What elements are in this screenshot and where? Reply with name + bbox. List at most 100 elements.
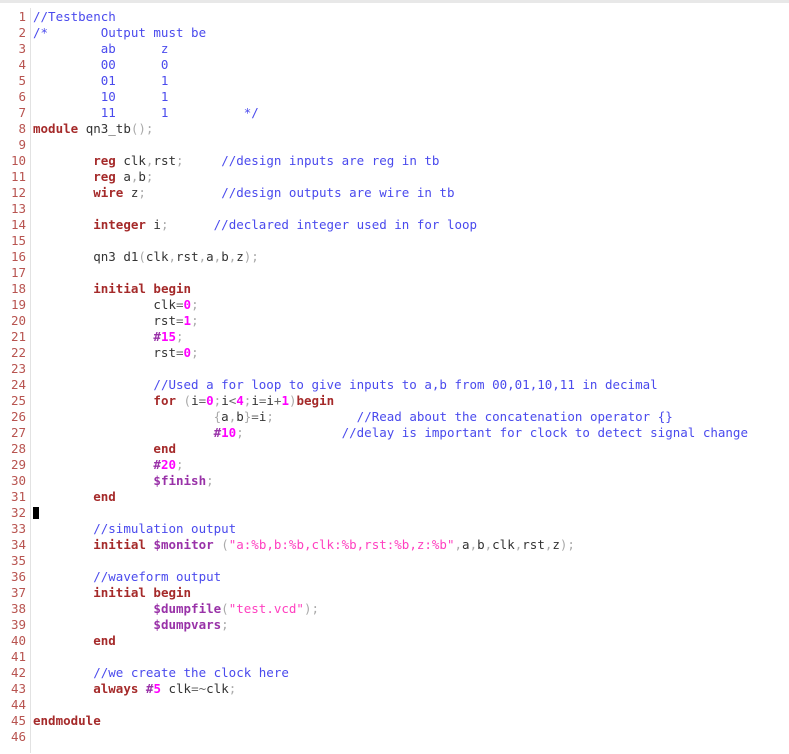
code-text[interactable]: clk=0; (33, 297, 198, 313)
code-text[interactable]: 01 1 (33, 73, 169, 89)
code-line[interactable]: 4 00 0 (0, 57, 789, 73)
code-text[interactable]: initial begin (33, 585, 191, 601)
code-text[interactable]: /* Output must be (33, 25, 206, 41)
code-line[interactable]: 37 initial begin (0, 585, 789, 601)
code-text[interactable]: //waveform output (33, 569, 221, 585)
code-line[interactable]: 43 always #5 clk=~clk; (0, 681, 789, 697)
code-editor[interactable]: 1//Testbench 2 /* Output must be 3 ab z4 00… (0, 0, 789, 754)
code-line[interactable]: 31 end (0, 489, 789, 505)
code-line[interactable]: 30 $finish; (0, 473, 789, 489)
code-line[interactable]: 40 end (0, 633, 789, 649)
code-line[interactable]: 35 (0, 553, 789, 569)
line-number: 2 (18, 25, 26, 40)
code-line[interactable]: 3 ab z (0, 41, 789, 57)
code-token: ; (176, 457, 184, 472)
code-text[interactable]: $dumpvars; (33, 617, 228, 633)
code-text[interactable]: 11 1 */ (33, 105, 259, 121)
code-text[interactable]: #20; (33, 457, 184, 473)
code-line[interactable]: 28 end (0, 441, 789, 457)
code-text[interactable] (33, 505, 39, 521)
code-text[interactable]: //simulation output (33, 521, 236, 537)
code-token: b (236, 409, 244, 424)
code-line[interactable]: 8 module qn3_tb(); (0, 121, 789, 137)
code-listing[interactable]: 1//Testbench 2 /* Output must be 3 ab z4 00… (0, 9, 789, 745)
code-text[interactable]: end (33, 441, 176, 457)
code-token: end (93, 633, 116, 648)
code-text[interactable]: endmodule (33, 713, 101, 729)
code-line[interactable]: 6 10 1 (0, 89, 789, 105)
code-line[interactable]: 5 01 1 (0, 73, 789, 89)
code-line[interactable]: 44 (0, 697, 789, 713)
code-line[interactable]: 7 11 1 */ (0, 105, 789, 121)
code-text[interactable]: for (i=0;i<4;i=i+1)begin (33, 393, 334, 409)
line-number: 5 (18, 73, 26, 88)
code-text[interactable]: 00 0 (33, 57, 169, 73)
code-text[interactable]: end (33, 489, 116, 505)
code-line[interactable]: 1 //Testbench (0, 9, 789, 25)
code-text[interactable]: ab z (33, 41, 169, 57)
code-text[interactable]: rst=1; (33, 313, 198, 329)
line-number: 44 (10, 697, 26, 712)
code-line[interactable]: 15 (0, 233, 789, 249)
code-line[interactable]: 13 (0, 201, 789, 217)
code-text[interactable]: $dumpfile("test.vcd"); (33, 601, 319, 617)
code-line[interactable]: 36 //waveform output (0, 569, 789, 585)
code-line[interactable]: 2 /* Output must be (0, 25, 789, 41)
code-text[interactable]: 10 1 (33, 89, 169, 105)
code-text[interactable]: wire z; //design outputs are wire in tb (33, 185, 454, 201)
code-text[interactable]: reg clk,rst; //design inputs are reg in … (33, 153, 439, 169)
code-line[interactable]: 10 reg clk,rst; //design inputs are reg … (0, 153, 789, 169)
code-text[interactable]: qn3 d1(clk,rst,a,b,z); (33, 249, 259, 265)
code-text[interactable]: module qn3_tb(); (33, 121, 153, 137)
code-text[interactable]: //Testbench (33, 9, 116, 25)
code-text[interactable]: //Used a for loop to give inputs to a,b … (33, 377, 657, 393)
code-text[interactable]: reg a,b; (33, 169, 153, 185)
code-text[interactable]: initial $monitor ("a:%b,b:%b,clk:%b,rst:… (33, 537, 575, 553)
code-line[interactable]: 42 //we create the clock here (0, 665, 789, 681)
code-line[interactable]: 11 reg a,b; (0, 169, 789, 185)
code-token: ; (138, 185, 146, 200)
code-line[interactable]: 29 #20; (0, 457, 789, 473)
code-line[interactable]: 16 qn3 d1(clk,rst,a,b,z); (0, 249, 789, 265)
code-line[interactable]: 25 for (i=0;i<4;i=i+1)begin (0, 393, 789, 409)
code-line[interactable]: 45 endmodule (0, 713, 789, 729)
code-token: integer (93, 217, 146, 232)
code-line[interactable]: 41 (0, 649, 789, 665)
code-text[interactable]: end (33, 633, 116, 649)
code-line[interactable]: 14 integer i; //declared integer used in… (0, 217, 789, 233)
code-text[interactable]: rst=0; (33, 345, 198, 361)
code-line[interactable]: 23 (0, 361, 789, 377)
code-line[interactable]: 12 wire z; //design outputs are wire in … (0, 185, 789, 201)
code-line[interactable]: 32 (0, 505, 789, 521)
code-line[interactable]: 46 (0, 729, 789, 745)
line-number: 42 (10, 665, 26, 680)
code-text[interactable]: #15; (33, 329, 183, 345)
code-line[interactable]: 17 (0, 265, 789, 281)
code-line[interactable]: 34 initial $monitor ("a:%b,b:%b,clk:%b,r… (0, 537, 789, 553)
code-line[interactable]: 24 //Used a for loop to give inputs to a… (0, 377, 789, 393)
code-text[interactable]: #10; //delay is important for clock to d… (33, 425, 748, 441)
code-line[interactable]: 19 clk=0; (0, 297, 789, 313)
code-text[interactable]: $finish; (33, 473, 213, 489)
code-text[interactable]: //we create the clock here (33, 665, 289, 681)
code-line[interactable]: 22 rst=0; (0, 345, 789, 361)
code-line[interactable]: 26 {a,b}=i; //Read about the concatenati… (0, 409, 789, 425)
code-text[interactable]: always #5 clk=~clk; (33, 681, 236, 697)
code-text[interactable]: initial begin (33, 281, 191, 297)
code-line[interactable]: 9 (0, 137, 789, 153)
code-line[interactable]: 20 rst=1; (0, 313, 789, 329)
code-text[interactable]: {a,b}=i; //Read about the concatenation … (33, 409, 673, 425)
line-number: 25 (10, 393, 26, 408)
code-line[interactable]: 39 $dumpvars; (0, 617, 789, 633)
code-line[interactable]: 27 #10; //delay is important for clock t… (0, 425, 789, 441)
code-token: for (153, 393, 176, 408)
code-text[interactable]: integer i; //declared integer used in fo… (33, 217, 477, 233)
code-line[interactable]: 38 $dumpfile("test.vcd"); (0, 601, 789, 617)
code-line[interactable]: 18 initial begin (0, 281, 789, 297)
code-line[interactable]: 21 #15; (0, 329, 789, 345)
code-line[interactable]: 33 //simulation output (0, 521, 789, 537)
